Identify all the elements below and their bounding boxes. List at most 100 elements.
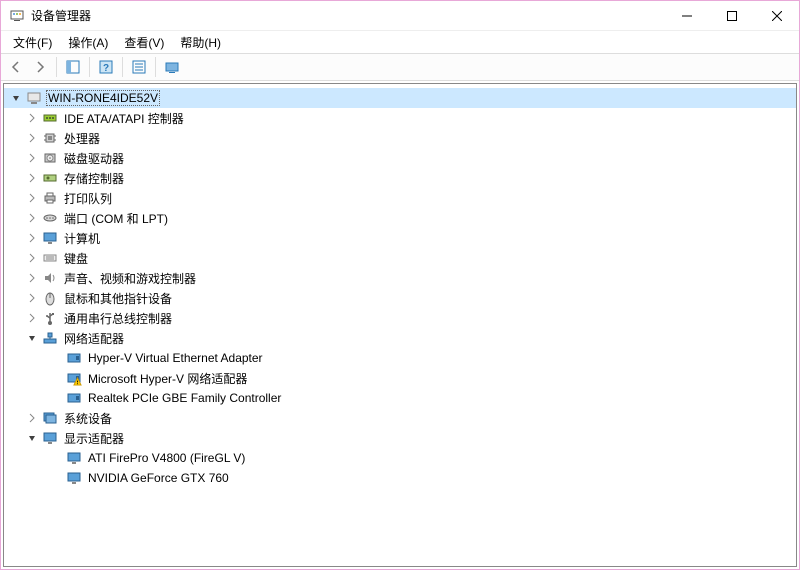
back-button[interactable] [5,56,27,78]
port-icon [42,210,58,226]
help-button[interactable]: ? [95,56,117,78]
tree-category[interactable]: 通用串行总线控制器 [4,308,796,328]
display-icon [66,470,82,486]
menu-action[interactable]: 操作(A) [60,32,116,53]
collapse-icon[interactable] [8,90,24,106]
tree-device[interactable]: Hyper-V Virtual Ethernet Adapter [4,348,796,368]
category-label: 系统设备 [62,410,114,427]
properties-button[interactable] [128,56,150,78]
category-label: 声音、视频和游戏控制器 [62,270,198,287]
category-label: 键盘 [62,250,90,267]
device-tree: WIN-RONE4IDE52V IDE ATA/ATAPI 控制器 处理器 磁盘… [4,86,796,490]
tree-root[interactable]: WIN-RONE4IDE52V [4,88,796,108]
expand-icon[interactable] [24,410,40,426]
printer-icon [42,190,58,206]
tree-category[interactable]: 声音、视频和游戏控制器 [4,268,796,288]
toolbar-separator [89,57,90,77]
category-label: 鼠标和其他指针设备 [62,290,174,307]
expand-icon[interactable] [24,190,40,206]
usb-icon [42,310,58,326]
expand-icon[interactable] [24,150,40,166]
tree-category[interactable]: 端口 (COM 和 LPT) [4,208,796,228]
toolbar-separator [155,57,156,77]
app-icon [9,8,25,24]
category-label: 打印队列 [62,190,114,207]
category-label: 端口 (COM 和 LPT) [62,210,170,227]
device-manager-window: 设备管理器 文件(F) 操作(A) 查看(V) 帮助(H) [0,0,800,570]
expand-icon[interactable] [24,290,40,306]
storage-icon [42,170,58,186]
expand-icon[interactable] [24,170,40,186]
category-label: 存储控制器 [62,170,126,187]
tree-category[interactable]: 磁盘驱动器 [4,148,796,168]
window-controls [664,1,799,30]
display-icon [66,450,82,466]
category-label: 网络适配器 [62,330,126,347]
netadapter-icon [66,390,82,406]
expand-icon[interactable] [24,270,40,286]
computer-icon [26,90,42,106]
tree-category[interactable]: 系统设备 [4,408,796,428]
category-label: 磁盘驱动器 [62,150,126,167]
monitor-icon [42,230,58,246]
device-label: ATI FirePro V4800 (FireGL V) [86,451,247,465]
category-label: 计算机 [62,230,102,247]
category-label: 显示适配器 [62,430,126,447]
collapse-icon[interactable] [24,430,40,446]
device-label: Realtek PCIe GBE Family Controller [86,391,283,405]
menubar: 文件(F) 操作(A) 查看(V) 帮助(H) [1,31,799,53]
show-hide-tree-button[interactable] [62,56,84,78]
expand-icon[interactable] [24,110,40,126]
keyboard-icon [42,250,58,266]
ide-icon [42,110,58,126]
expand-icon[interactable] [24,230,40,246]
system-icon [42,410,58,426]
display-icon [42,430,58,446]
device-label: NVIDIA GeForce GTX 760 [86,471,231,485]
device-tree-panel[interactable]: WIN-RONE4IDE52V IDE ATA/ATAPI 控制器 处理器 磁盘… [3,83,797,567]
toolbar: ? [1,53,799,81]
tree-root-label: WIN-RONE4IDE52V [46,90,160,106]
netadapter-icon [66,370,82,386]
tree-device[interactable]: Realtek PCIe GBE Family Controller [4,388,796,408]
svg-text:?: ? [103,63,109,74]
tree-device[interactable]: ATI FirePro V4800 (FireGL V) [4,448,796,468]
category-label: IDE ATA/ATAPI 控制器 [62,110,186,127]
collapse-icon[interactable] [24,330,40,346]
netadapter-icon [66,350,82,366]
expand-icon[interactable] [24,210,40,226]
titlebar: 设备管理器 [1,1,799,31]
tree-category[interactable]: 显示适配器 [4,428,796,448]
menu-help[interactable]: 帮助(H) [172,32,229,53]
minimize-button[interactable] [664,1,709,30]
tree-category[interactable]: 键盘 [4,248,796,268]
tree-device[interactable]: NVIDIA GeForce GTX 760 [4,468,796,488]
window-title: 设备管理器 [31,7,664,24]
sound-icon [42,270,58,286]
tree-category[interactable]: 网络适配器 [4,328,796,348]
tree-category[interactable]: 鼠标和其他指针设备 [4,288,796,308]
tree-category[interactable]: 存储控制器 [4,168,796,188]
tree-category[interactable]: 处理器 [4,128,796,148]
expand-icon[interactable] [24,310,40,326]
close-button[interactable] [754,1,799,30]
mouse-icon [42,290,58,306]
device-label: Microsoft Hyper-V 网络适配器 [86,370,249,387]
expand-icon[interactable] [24,250,40,266]
expand-icon[interactable] [24,130,40,146]
disk-icon [42,150,58,166]
menu-file[interactable]: 文件(F) [5,32,60,53]
maximize-button[interactable] [709,1,754,30]
tree-category[interactable]: 打印队列 [4,188,796,208]
category-label: 处理器 [62,130,102,147]
tree-device[interactable]: Microsoft Hyper-V 网络适配器 [4,368,796,388]
toolbar-separator [122,57,123,77]
menu-view[interactable]: 查看(V) [116,32,172,53]
tree-category[interactable]: IDE ATA/ATAPI 控制器 [4,108,796,128]
category-label: 通用串行总线控制器 [62,310,174,327]
tree-category[interactable]: 计算机 [4,228,796,248]
network-icon [42,330,58,346]
cpu-icon [42,130,58,146]
forward-button[interactable] [29,56,51,78]
scan-hardware-button[interactable] [161,56,183,78]
